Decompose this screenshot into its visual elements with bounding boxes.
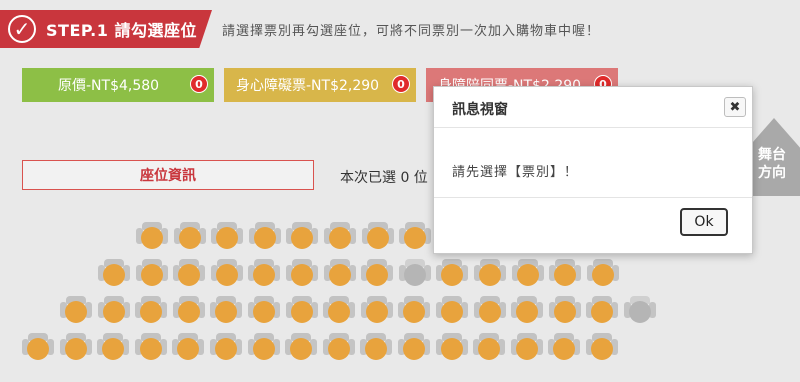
- ok-button[interactable]: Ok: [680, 208, 728, 236]
- seat-available[interactable]: [173, 259, 205, 287]
- seat-available[interactable]: [286, 259, 318, 287]
- seat-available[interactable]: [398, 333, 430, 361]
- dialog-title: 訊息視窗: [452, 102, 508, 118]
- seat-available[interactable]: [512, 259, 544, 287]
- seat-available[interactable]: [98, 296, 130, 324]
- selected-seat-count: 本次已選 0 位: [340, 170, 428, 186]
- seat-available[interactable]: [249, 222, 281, 250]
- dialog-message: 請先選擇【票別】！: [452, 165, 579, 180]
- seat-available[interactable]: [436, 259, 468, 287]
- seat-available[interactable]: [549, 259, 581, 287]
- seat-available[interactable]: [248, 333, 280, 361]
- seat-available[interactable]: [98, 259, 130, 287]
- seat-available[interactable]: [474, 296, 506, 324]
- seat-available[interactable]: [473, 333, 505, 361]
- seat-available[interactable]: [549, 296, 581, 324]
- seat-available[interactable]: [360, 333, 392, 361]
- seat-available[interactable]: [323, 296, 355, 324]
- seat-selection-page: ✓ STEP.1 請勾選座位 請選擇票別再勾選座位，可將不同票別一次加入購物車中…: [0, 0, 800, 382]
- step-title: STEP.1 請勾選座位: [46, 21, 197, 40]
- seat-available[interactable]: [22, 333, 54, 361]
- stage-direction-label: 舞台方向: [758, 147, 786, 181]
- seat-available[interactable]: [60, 296, 92, 324]
- dialog-divider: [434, 197, 752, 198]
- seat-available[interactable]: [97, 333, 129, 361]
- seat-available[interactable]: [210, 296, 242, 324]
- seat-available[interactable]: [248, 259, 280, 287]
- seat-available[interactable]: [587, 259, 619, 287]
- seat-available[interactable]: [210, 333, 242, 361]
- seat-available[interactable]: [286, 222, 318, 250]
- ticket-label: 原價-NT$4,580: [58, 78, 160, 94]
- ticket-type-regular[interactable]: 原價-NT$4,580 0: [22, 68, 214, 102]
- dialog-header: 訊息視窗 ✖: [434, 87, 752, 128]
- seat-available[interactable]: [324, 222, 356, 250]
- seat-available[interactable]: [511, 333, 543, 361]
- seat-available[interactable]: [511, 296, 543, 324]
- seat-available[interactable]: [548, 333, 580, 361]
- seat-available[interactable]: [286, 296, 318, 324]
- seat-available[interactable]: [398, 296, 430, 324]
- seat-available[interactable]: [474, 259, 506, 287]
- seat-sold: [624, 296, 656, 324]
- seat-available[interactable]: [436, 333, 468, 361]
- seat-available[interactable]: [211, 222, 243, 250]
- seat-available[interactable]: [586, 296, 618, 324]
- seat-available[interactable]: [399, 222, 431, 250]
- step-hint: 請選擇票別再勾選座位，可將不同票別一次加入購物車中喔！: [222, 24, 601, 39]
- seat-available[interactable]: [436, 296, 468, 324]
- step-banner: ✓ STEP.1 請勾選座位: [0, 10, 212, 48]
- seat-available[interactable]: [172, 333, 204, 361]
- seat-available[interactable]: [60, 333, 92, 361]
- seat-available[interactable]: [135, 296, 167, 324]
- seat-available[interactable]: [324, 259, 356, 287]
- ticket-count-badge: 0: [392, 75, 410, 93]
- seat-available[interactable]: [211, 259, 243, 287]
- seat-available[interactable]: [586, 333, 618, 361]
- seat-available[interactable]: [136, 222, 168, 250]
- seat-available[interactable]: [361, 296, 393, 324]
- close-icon[interactable]: ✖: [724, 97, 746, 117]
- seat-available[interactable]: [362, 222, 394, 250]
- ticket-count-badge: 0: [190, 75, 208, 93]
- seat-available[interactable]: [173, 296, 205, 324]
- seat-available[interactable]: [285, 333, 317, 361]
- seat-sold: [399, 259, 431, 287]
- ticket-label: 身心障礙票-NT$2,290: [236, 78, 380, 94]
- seat-info-tab[interactable]: 座位資訊: [22, 160, 314, 190]
- ticket-type-disability[interactable]: 身心障礙票-NT$2,290 0: [224, 68, 416, 102]
- seat-available[interactable]: [248, 296, 280, 324]
- seat-available[interactable]: [174, 222, 206, 250]
- seat-available[interactable]: [135, 333, 167, 361]
- message-dialog: 訊息視窗 ✖ 請先選擇【票別】！ Ok: [433, 86, 753, 254]
- seat-available[interactable]: [323, 333, 355, 361]
- seat-available[interactable]: [136, 259, 168, 287]
- seat-available[interactable]: [361, 259, 393, 287]
- check-circle-icon: ✓: [8, 15, 36, 43]
